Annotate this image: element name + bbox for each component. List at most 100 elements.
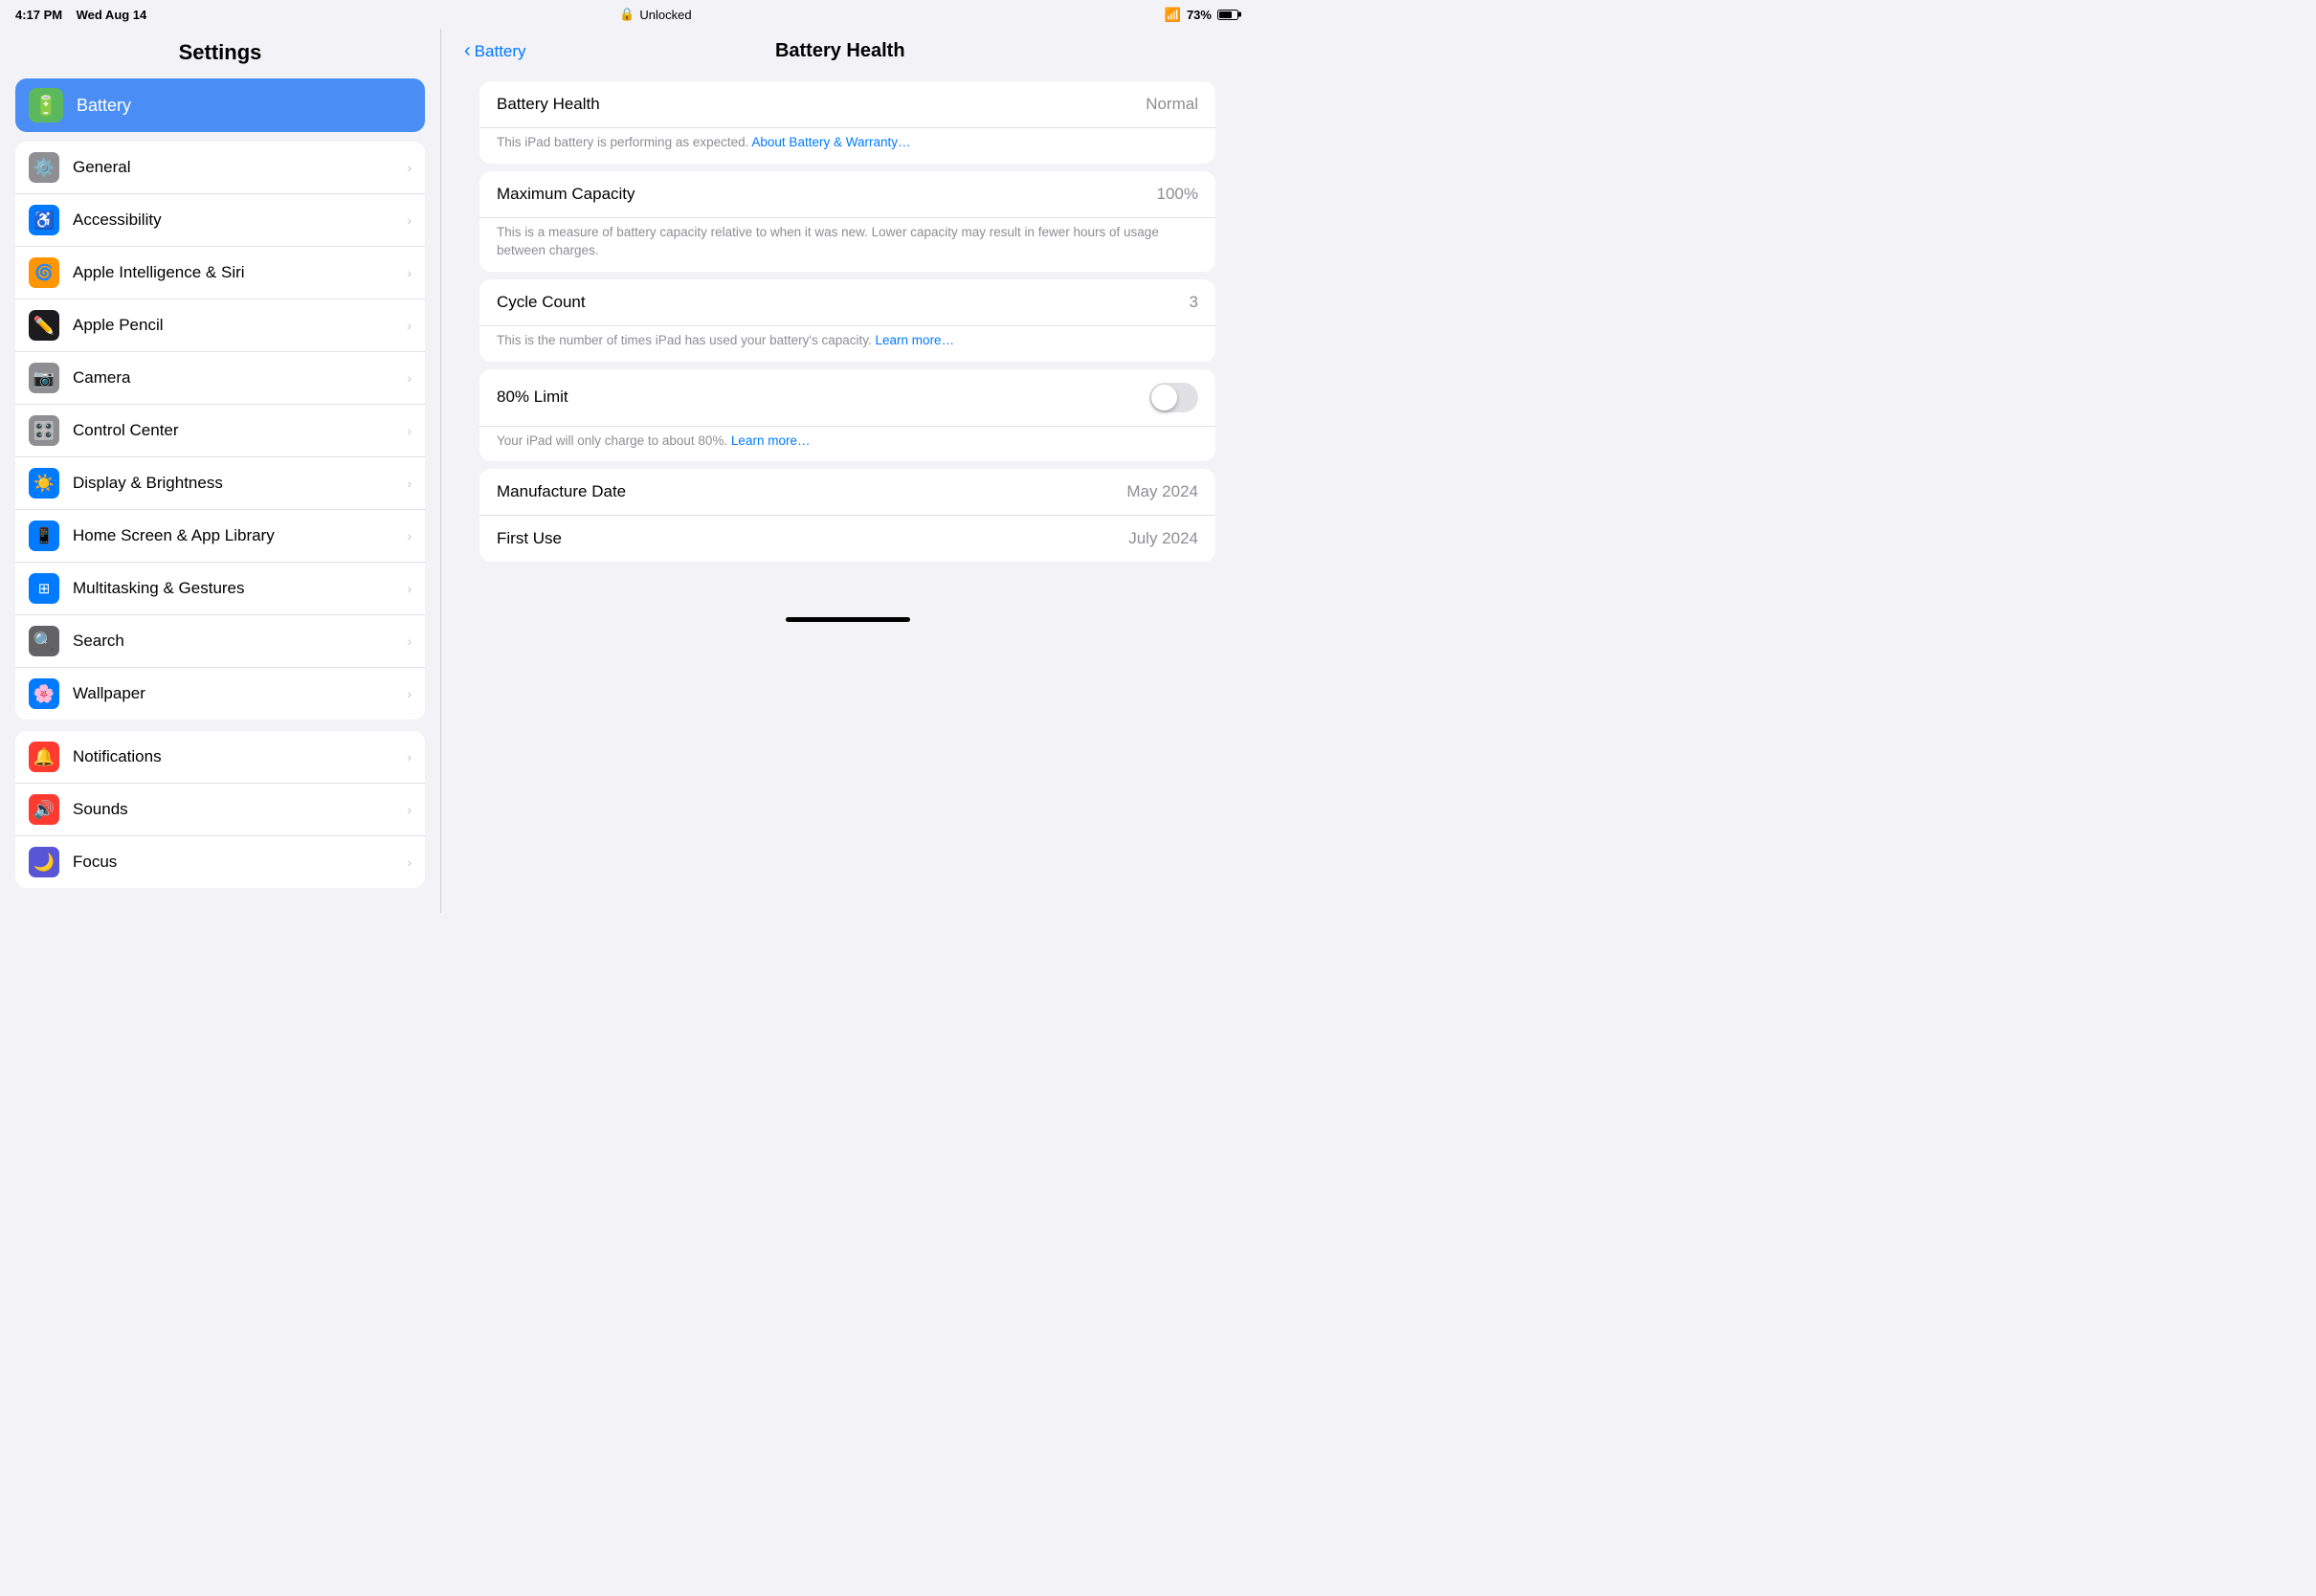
sidebar-item-search[interactable]: 🔍 Search ›	[15, 615, 425, 668]
sidebar-item-control-center[interactable]: 🎛️ Control Center ›	[15, 405, 425, 457]
battery-health-label: Battery Health	[497, 95, 600, 114]
battery-fill	[1219, 11, 1232, 18]
limit-80-row: 80% Limit	[479, 369, 1215, 427]
search-icon: 🔍	[29, 626, 59, 656]
apple-pencil-chevron: ›	[407, 318, 412, 333]
home-screen-icon: 📱	[29, 521, 59, 551]
max-capacity-label: Maximum Capacity	[497, 185, 635, 204]
battery-warranty-link[interactable]: About Battery & Warranty…	[751, 135, 910, 149]
cycle-count-card: Cycle Count 3 This is the number of time…	[479, 279, 1215, 362]
sounds-label: Sounds	[73, 800, 128, 819]
camera-icon: 📷	[29, 363, 59, 393]
battery-active-icon: 🔋	[29, 88, 63, 122]
manufacture-dates-card: Manufacture Date May 2024 First Use July…	[479, 469, 1215, 562]
sidebar-group-1: ⚙️ General › ♿ Accessibility › 🌀 Apple I…	[15, 142, 425, 720]
battery-health-card: Battery Health Normal This iPad battery …	[479, 81, 1215, 164]
battery-icon	[1217, 10, 1238, 20]
sidebar-item-wallpaper[interactable]: 🌸 Wallpaper ›	[15, 668, 425, 720]
max-capacity-desc-text: This is a measure of battery capacity re…	[497, 225, 1159, 257]
right-panel-header: ‹ Battery Battery Health	[441, 29, 1254, 74]
right-panel-content: Battery Health Normal This iPad battery …	[441, 74, 1254, 608]
battery-health-desc: This iPad battery is performing as expec…	[479, 128, 1215, 164]
multitasking-chevron: ›	[407, 581, 412, 596]
sidebar-item-home-screen[interactable]: 📱 Home Screen & App Library ›	[15, 510, 425, 563]
max-capacity-card: Maximum Capacity 100% This is a measure …	[479, 171, 1215, 272]
focus-label: Focus	[73, 853, 117, 872]
main-content: Settings 🔋 Battery ⚙️ General › ♿ Access…	[0, 29, 1254, 913]
accessibility-icon: ♿	[29, 205, 59, 235]
wifi-icon: 📶	[1165, 7, 1181, 23]
multitasking-icon: ⊞	[29, 573, 59, 604]
search-chevron: ›	[407, 633, 412, 649]
multitasking-label: Multitasking & Gestures	[73, 579, 245, 598]
general-icon: ⚙️	[29, 152, 59, 183]
control-center-label: Control Center	[73, 421, 179, 440]
sounds-chevron: ›	[407, 802, 412, 817]
home-indicator	[786, 617, 910, 622]
battery-health-row: Battery Health Normal	[479, 81, 1215, 128]
battery-health-value: Normal	[1146, 95, 1198, 114]
general-chevron: ›	[407, 160, 412, 175]
notifications-label: Notifications	[73, 747, 162, 766]
back-chevron-icon: ‹	[464, 40, 471, 62]
apple-pencil-icon: ✏️	[29, 310, 59, 341]
battery-percent: 73%	[1187, 8, 1212, 22]
sidebar-title: Settings	[15, 29, 425, 78]
first-use-label: First Use	[497, 529, 562, 548]
status-center: 🔒 Unlocked	[619, 7, 691, 22]
sidebar-item-battery-active[interactable]: 🔋 Battery	[15, 78, 425, 132]
sidebar-item-apple-intelligence[interactable]: 🌀 Apple Intelligence & Siri ›	[15, 247, 425, 299]
accessibility-label: Accessibility	[73, 211, 162, 230]
apple-intelligence-chevron: ›	[407, 265, 412, 280]
limit-80-desc-text: Your iPad will only charge to about 80%.	[497, 433, 727, 448]
sidebar-item-apple-pencil[interactable]: ✏️ Apple Pencil ›	[15, 299, 425, 352]
cycle-count-label: Cycle Count	[497, 293, 586, 312]
notifications-icon: 🔔	[29, 742, 59, 772]
sidebar-item-accessibility[interactable]: ♿ Accessibility ›	[15, 194, 425, 247]
max-capacity-value: 100%	[1157, 185, 1198, 204]
first-use-row: First Use July 2024	[479, 516, 1215, 562]
manufacture-date-row: Manufacture Date May 2024	[479, 469, 1215, 516]
limit-80-toggle[interactable]	[1149, 383, 1198, 412]
limit-80-desc: Your iPad will only charge to about 80%.…	[479, 427, 1215, 462]
camera-chevron: ›	[407, 370, 412, 386]
wallpaper-label: Wallpaper	[73, 684, 145, 703]
status-right: 📶 73%	[1165, 7, 1238, 23]
focus-icon: 🌙	[29, 847, 59, 877]
max-capacity-desc: This is a measure of battery capacity re…	[479, 218, 1215, 272]
accessibility-chevron: ›	[407, 212, 412, 228]
manufacture-date-label: Manufacture Date	[497, 482, 626, 501]
sidebar-item-camera[interactable]: 📷 Camera ›	[15, 352, 425, 405]
focus-chevron: ›	[407, 854, 412, 870]
cycle-count-learn-more-link[interactable]: Learn more…	[876, 333, 955, 347]
sidebar-item-notifications[interactable]: 🔔 Notifications ›	[15, 731, 425, 784]
sidebar-item-multitasking[interactable]: ⊞ Multitasking & Gestures ›	[15, 563, 425, 615]
sidebar-item-sounds[interactable]: 🔊 Sounds ›	[15, 784, 425, 836]
apple-intelligence-icon: 🌀	[29, 257, 59, 288]
display-brightness-label: Display & Brightness	[73, 474, 223, 493]
sidebar-item-general[interactable]: ⚙️ General ›	[15, 142, 425, 194]
lock-label: Unlocked	[639, 8, 691, 22]
right-panel-title: Battery Health	[526, 40, 1154, 62]
status-bar: 4:17 PM Wed Aug 14 🔒 Unlocked 📶 73%	[0, 0, 1254, 29]
battery-health-desc-text: This iPad battery is performing as expec…	[497, 135, 748, 149]
limit-80-learn-more-link[interactable]: Learn more…	[731, 433, 811, 448]
battery-active-label: Battery	[77, 96, 131, 116]
sidebar-item-display-brightness[interactable]: ☀️ Display & Brightness ›	[15, 457, 425, 510]
back-button[interactable]: ‹ Battery	[464, 40, 526, 62]
lock-icon: 🔒	[619, 7, 635, 22]
sidebar-group-2: 🔔 Notifications › 🔊 Sounds › 🌙 Focus ›	[15, 731, 425, 888]
apple-intelligence-label: Apple Intelligence & Siri	[73, 263, 245, 282]
wallpaper-icon: 🌸	[29, 678, 59, 709]
sounds-icon: 🔊	[29, 794, 59, 825]
apple-pencil-label: Apple Pencil	[73, 316, 164, 335]
cycle-count-value: 3	[1190, 293, 1198, 312]
display-brightness-icon: ☀️	[29, 468, 59, 499]
control-center-chevron: ›	[407, 423, 412, 438]
status-time: 4:17 PM Wed Aug 14	[15, 8, 146, 22]
cycle-count-desc-text: This is the number of times iPad has use…	[497, 333, 872, 347]
sidebar-item-focus[interactable]: 🌙 Focus ›	[15, 836, 425, 888]
back-label: Battery	[475, 42, 526, 61]
battery-outline	[1217, 10, 1238, 20]
camera-label: Camera	[73, 368, 130, 388]
